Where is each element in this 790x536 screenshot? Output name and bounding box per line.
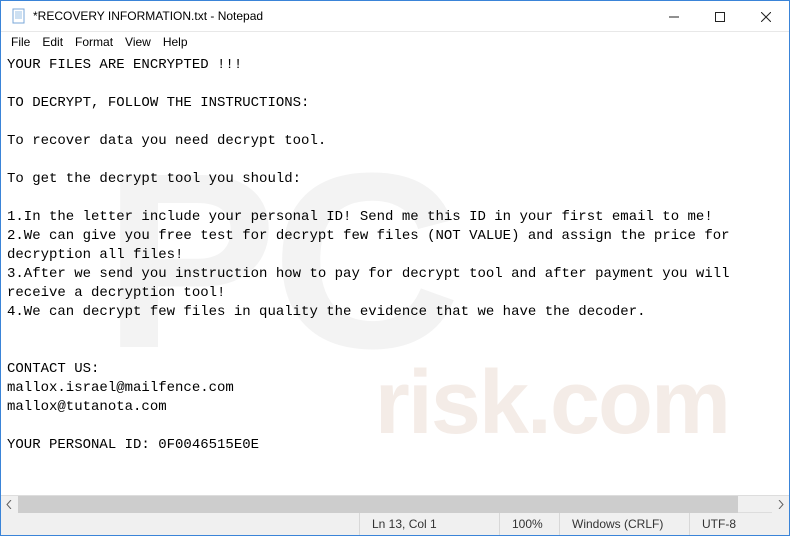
minimize-button[interactable]: [651, 1, 697, 32]
status-bar: Ln 13, Col 1 100% Windows (CRLF) UTF-8: [1, 512, 789, 535]
menu-bar: File Edit Format View Help: [1, 32, 789, 52]
status-encoding: UTF-8: [689, 513, 789, 535]
close-button[interactable]: [743, 1, 789, 32]
menu-format[interactable]: Format: [69, 33, 119, 51]
window-title: *RECOVERY INFORMATION.txt - Notepad: [33, 9, 651, 23]
scroll-left-arrow-icon[interactable]: [1, 496, 18, 513]
scroll-track[interactable]: [18, 496, 772, 513]
notepad-icon: [11, 8, 27, 24]
title-bar: *RECOVERY INFORMATION.txt - Notepad: [1, 1, 789, 32]
horizontal-scrollbar[interactable]: [1, 495, 789, 512]
status-eol: Windows (CRLF): [559, 513, 689, 535]
maximize-button[interactable]: [697, 1, 743, 32]
window-controls: [651, 1, 789, 31]
text-editor[interactable]: YOUR FILES ARE ENCRYPTED !!! TO DECRYPT,…: [1, 52, 789, 459]
menu-help[interactable]: Help: [157, 33, 194, 51]
status-position: Ln 13, Col 1: [359, 513, 499, 535]
menu-edit[interactable]: Edit: [36, 33, 69, 51]
scroll-thumb[interactable]: [18, 496, 738, 513]
menu-file[interactable]: File: [5, 33, 36, 51]
menu-view[interactable]: View: [119, 33, 157, 51]
scroll-right-arrow-icon[interactable]: [772, 496, 789, 513]
status-zoom: 100%: [499, 513, 559, 535]
status-spacer: [1, 513, 359, 535]
editor-viewport: PC risk.com YOUR FILES ARE ENCRYPTED !!!…: [1, 52, 789, 495]
